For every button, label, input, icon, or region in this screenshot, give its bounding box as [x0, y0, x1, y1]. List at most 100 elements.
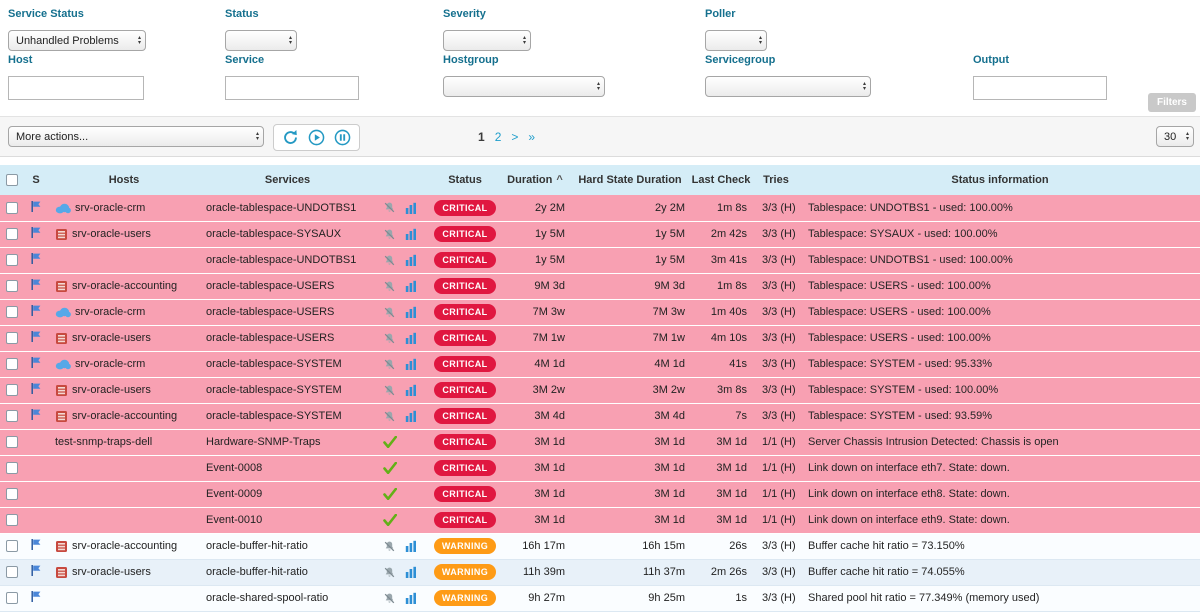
host-link[interactable]: srv-oracle-crm [75, 358, 145, 370]
hard-state-duration-cell: 9M 3d [570, 273, 690, 299]
hard-state-duration-cell: 2y 2M [570, 195, 690, 221]
col-header-hard-state-duration[interactable]: Hard State Duration [570, 165, 690, 195]
host-link[interactable]: srv-oracle-users [72, 384, 151, 396]
row-checkbox[interactable] [6, 254, 18, 266]
servicegroup-select[interactable]: ▴▾ [705, 76, 871, 97]
performance-graph-icon[interactable] [405, 306, 417, 318]
performance-graph-icon[interactable] [405, 592, 417, 604]
performance-graph-icon[interactable] [405, 332, 417, 344]
host-link[interactable]: test-snmp-traps-dell [55, 436, 152, 448]
col-header-hosts[interactable]: Hosts [48, 165, 200, 195]
performance-graph-icon[interactable] [405, 540, 417, 552]
poller-select[interactable]: ▴▾ [705, 30, 767, 51]
tries-cell: 3/3 (H) [752, 403, 800, 429]
row-checkbox[interactable] [6, 462, 18, 474]
row-checkbox[interactable] [6, 332, 18, 344]
host-link[interactable]: srv-oracle-crm [75, 306, 145, 318]
row-checkbox[interactable] [6, 592, 18, 604]
col-header-s[interactable]: S [24, 165, 48, 195]
service-link[interactable]: Event-0008 [206, 462, 262, 474]
notifications-disabled-icon [383, 306, 396, 319]
service-link[interactable]: oracle-tablespace-UNDOTBS1 [206, 254, 356, 266]
row-checkbox[interactable] [6, 488, 18, 500]
row-checkbox[interactable] [6, 202, 18, 214]
row-checkbox[interactable] [6, 436, 18, 448]
col-header-status[interactable]: Status [430, 165, 500, 195]
row-checkbox[interactable] [6, 514, 18, 526]
host-link[interactable]: srv-oracle-users [72, 228, 151, 240]
service-link[interactable]: Event-0010 [206, 514, 262, 526]
hostgroup-select[interactable]: ▴▾ [443, 76, 605, 97]
row-select-cell [0, 533, 24, 559]
host-link[interactable]: srv-oracle-accounting [72, 280, 177, 292]
filter-output: Output [973, 54, 1107, 100]
host-link[interactable]: srv-oracle-users [72, 566, 151, 578]
service-link[interactable]: oracle-buffer-hit-ratio [206, 540, 308, 552]
host-link[interactable]: srv-oracle-crm [75, 202, 145, 214]
service-link[interactable]: oracle-shared-spool-ratio [206, 592, 328, 604]
service-link[interactable]: oracle-tablespace-UNDOTBS1 [206, 202, 356, 214]
performance-graph-icon[interactable] [405, 566, 417, 578]
service-link[interactable]: oracle-tablespace-SYSTEM [206, 410, 342, 422]
status-badge: CRITICAL [434, 252, 495, 268]
service-link[interactable]: oracle-tablespace-SYSTEM [206, 358, 342, 370]
select-all-checkbox[interactable] [6, 174, 18, 186]
service-input[interactable] [225, 76, 359, 100]
filter-section: Service Status Unhandled Problems ▴▾ Sta… [0, 0, 1200, 116]
pagination: 1 2 > » [478, 130, 535, 144]
row-checkbox[interactable] [6, 280, 18, 292]
row-checkbox[interactable] [6, 306, 18, 318]
last-check-cell: 1m 8s [690, 273, 752, 299]
performance-graph-icon[interactable] [405, 410, 417, 422]
pause-button[interactable] [333, 128, 352, 147]
filters-button[interactable]: Filters [1148, 93, 1196, 112]
next-page-link[interactable]: > [511, 130, 518, 144]
table-row: srv-oracle-accounting oracle-tablespace-… [0, 273, 1200, 299]
service-link[interactable]: oracle-tablespace-USERS [206, 306, 334, 318]
performance-graph-icon[interactable] [405, 254, 417, 266]
col-header-last-check[interactable]: Last Check [690, 165, 752, 195]
service-link[interactable]: Hardware-SNMP-Traps [206, 436, 321, 448]
page-current[interactable]: 1 [478, 130, 485, 144]
status-badge: CRITICAL [434, 382, 495, 398]
poller-label: Poller [705, 8, 767, 21]
col-header-status-information[interactable]: Status information [800, 165, 1200, 195]
status-select[interactable]: ▴▾ [225, 30, 297, 51]
row-checkbox[interactable] [6, 384, 18, 396]
filter-service: Service [225, 54, 359, 100]
row-checkbox[interactable] [6, 358, 18, 370]
play-button[interactable] [307, 128, 326, 147]
page-2-link[interactable]: 2 [495, 130, 502, 144]
row-checkbox[interactable] [6, 566, 18, 578]
service-status-select[interactable]: Unhandled Problems ▴▾ [8, 30, 146, 51]
service-link[interactable]: oracle-tablespace-SYSAUX [206, 228, 341, 240]
col-header-duration[interactable]: Duration^ [500, 165, 570, 195]
last-page-link[interactable]: » [528, 130, 535, 144]
severity-select[interactable]: ▴▾ [443, 30, 531, 51]
performance-graph-icon[interactable] [405, 228, 417, 240]
row-checkbox[interactable] [6, 540, 18, 552]
service-link[interactable]: oracle-tablespace-USERS [206, 280, 334, 292]
host-link[interactable]: srv-oracle-accounting [72, 540, 177, 552]
host-link[interactable]: srv-oracle-accounting [72, 410, 177, 422]
row-checkbox[interactable] [6, 228, 18, 240]
col-header-services[interactable]: Services [200, 165, 375, 195]
service-link[interactable]: oracle-tablespace-SYSTEM [206, 384, 342, 396]
row-checkbox[interactable] [6, 410, 18, 422]
host-link[interactable]: srv-oracle-users [72, 332, 151, 344]
performance-graph-icon[interactable] [405, 358, 417, 370]
more-actions-select[interactable]: More actions... ▴▾ [8, 126, 264, 147]
page-size-select[interactable]: 30 ▴▾ [1156, 126, 1194, 147]
host-input[interactable] [8, 76, 144, 100]
refresh-button[interactable] [281, 128, 300, 147]
col-header-tries[interactable]: Tries [752, 165, 800, 195]
select-arrows-icon: ▴▾ [523, 36, 526, 46]
service-link[interactable]: Event-0009 [206, 488, 262, 500]
performance-graph-icon[interactable] [405, 280, 417, 292]
performance-graph-icon[interactable] [405, 384, 417, 396]
output-input[interactable] [973, 76, 1107, 100]
status-badge: CRITICAL [434, 356, 495, 372]
service-link[interactable]: oracle-tablespace-USERS [206, 332, 334, 344]
service-link[interactable]: oracle-buffer-hit-ratio [206, 566, 308, 578]
performance-graph-icon[interactable] [405, 202, 417, 214]
